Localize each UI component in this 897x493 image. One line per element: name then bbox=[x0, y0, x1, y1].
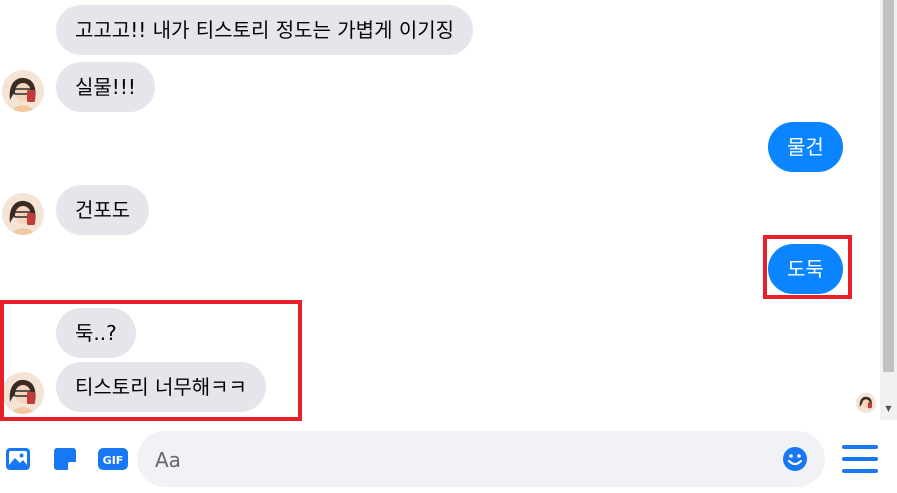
gif-label: GIF bbox=[103, 454, 124, 467]
message-outgoing[interactable]: 물건 bbox=[768, 122, 843, 172]
message-input[interactable] bbox=[153, 431, 777, 489]
message-input-container[interactable] bbox=[137, 431, 825, 489]
menu-icon[interactable] bbox=[841, 442, 879, 476]
highlight-box bbox=[0, 300, 302, 421]
message-incoming[interactable]: 고고고!! 내가 티스토리 정도는 가볍게 이기징 bbox=[56, 5, 474, 55]
read-receipt-image bbox=[856, 393, 876, 413]
avatar-image bbox=[2, 70, 44, 112]
highlight-box bbox=[763, 235, 852, 299]
scroll-down-arrow-icon[interactable]: ▼ bbox=[880, 400, 897, 417]
contact-avatar[interactable] bbox=[2, 193, 44, 235]
message-text: 고고고!! 내가 티스토리 정도는 가볍게 이기징 bbox=[75, 18, 455, 42]
contact-avatar[interactable] bbox=[2, 70, 44, 112]
gif-icon[interactable]: GIF bbox=[97, 445, 129, 473]
scrollbar[interactable]: ▼ bbox=[880, 0, 897, 420]
conversation-area: 고고고!! 내가 티스토리 정도는 가볍게 이기징 실물!!! 물건 건포도 도 bbox=[0, 0, 880, 421]
message-text: 실물!!! bbox=[75, 75, 136, 99]
scrollbar-thumb[interactable] bbox=[883, 0, 894, 372]
message-incoming[interactable]: 건포도 bbox=[56, 185, 150, 235]
sticker-icon[interactable] bbox=[51, 445, 79, 473]
photo-icon[interactable] bbox=[4, 445, 32, 473]
avatar-image bbox=[2, 193, 44, 235]
message-text: 물건 bbox=[787, 135, 824, 159]
emoji-icon[interactable] bbox=[781, 445, 809, 473]
read-receipt-avatar bbox=[856, 393, 876, 413]
message-composer: GIF bbox=[0, 428, 897, 493]
message-text: 건포도 bbox=[75, 198, 131, 222]
message-incoming[interactable]: 실물!!! bbox=[56, 62, 155, 112]
